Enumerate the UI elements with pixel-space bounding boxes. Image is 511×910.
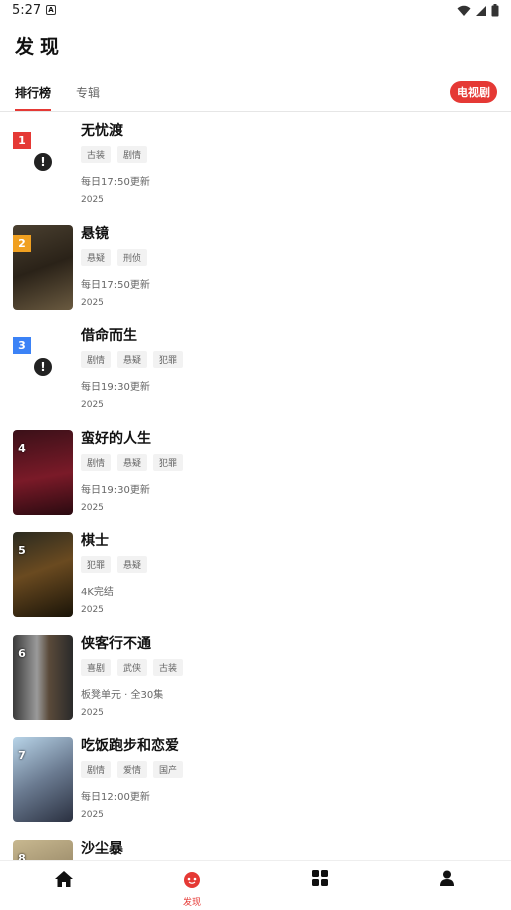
update-info: 每日19:30更新 [81,382,150,393]
home-icon [55,871,73,887]
poster-image[interactable]: 5 [13,532,73,617]
tab-album[interactable]: 专辑 [76,84,100,101]
genre-tag: 剧情 [81,761,112,778]
genre-tag: 悬疑 [81,248,112,266]
battery-icon [491,4,499,17]
item-title[interactable]: 蛮好的人生 [81,428,151,448]
category-pill[interactable]: 电视剧 [450,81,497,103]
nav-discover[interactable]: 发现 [162,871,222,908]
tag-list: 剧情 悬疑 犯罪 [81,351,184,368]
list-item[interactable]: 5 棋士犯罪 悬疑 4K完结 2025 [0,522,511,624]
rank-badge: 4 [18,441,26,455]
release-year: 2025 [81,502,104,513]
genre-tag: 犯罪 [81,556,112,573]
ranking-list: ! 1 无忧渡 古装 剧情 每日17:50更新 2025 2 悬镜 悬疑 刑侦 每日17:50更新 20… [0,112,511,860]
genre-tag: 剧情 [81,351,112,368]
poster-image[interactable]: ! 1 [13,122,73,207]
rank-badge: 1 [13,132,31,149]
status-bar: 5:27 A [0,0,511,22]
item-title[interactable]: 无忧渡 [81,120,123,140]
bottom-nav: 发现 [0,860,511,910]
genre-tag: 古装 [153,658,184,676]
signal-icon [476,5,486,16]
update-info: 板凳单元 · 全30集 [81,689,164,701]
genre-tag: 刑侦 [117,248,148,266]
genre-tag: 爱情 [117,761,148,778]
genre-tag: 剧情 [117,146,148,163]
grid-icon [312,870,328,886]
tag-list: 剧情 悬疑 犯罪 [81,453,184,471]
status-time: 5:27 [12,3,42,18]
nav-profile[interactable] [417,869,477,891]
item-title[interactable]: 棋士 [81,530,109,550]
poster-image[interactable]: 4 [13,429,73,515]
nav-discover-label: 发现 [182,898,201,908]
tag-list: 犯罪 悬疑 [81,556,148,573]
update-info: 每日19:30更新 [81,484,150,496]
item-title[interactable]: 借命而生 [81,325,137,345]
update-info: 4K完结 [81,587,114,598]
tab-ranking[interactable]: 排行榜 [15,84,52,111]
image-error-icon: ! [34,153,52,171]
item-title[interactable]: 吃饭跑步和恋爱 [81,735,179,755]
update-info: 每日12:00更新 [81,792,150,803]
item-title[interactable]: 沙尘暴 [81,838,123,858]
wifi-icon [457,5,471,16]
update-info: 每日17:50更新 [81,177,150,188]
list-item[interactable]: ! 1 无忧渡古装 剧情每日17:50更新 2025 [0,112,511,214]
poster-image[interactable]: 2 [13,224,73,310]
genre-tag: 犯罪 [153,351,184,368]
poster-image[interactable]: 8 [13,839,73,861]
list-item[interactable]: 7 吃饭跑步和恋爱 剧情 爱情 国产每日12:00更新 2025 [0,727,511,829]
tag-list: 古装 剧情 [81,146,148,163]
rank-badge: 6 [18,646,26,660]
genre-tag: 悬疑 [117,556,148,573]
item-title[interactable]: 侠客行不通 [81,633,151,653]
genre-tag: 古装 [81,146,112,163]
release-year: 2025 [81,605,104,615]
discover-icon [184,872,200,888]
release-year: 2025 [81,195,104,205]
image-error-icon: ! [34,358,52,376]
status-icons [457,4,499,17]
user-icon [440,870,454,886]
rank-badge: 8 [18,851,26,861]
tag-list: 喜剧 武侠 古装 [81,658,184,676]
nav-categories[interactable] [290,869,350,891]
release-year: 2025 [81,400,104,410]
list-item[interactable]: 2 悬镜悬疑 刑侦每日17:50更新 2025 [0,215,511,317]
update-info: 每日17:50更新 [81,279,150,291]
release-year: 2025 [81,810,104,820]
genre-tag: 喜剧 [81,658,112,676]
list-item[interactable]: 4 蛮好的人生剧情 悬疑 犯罪每日19:30更新 2025 [0,420,511,522]
tag-list: 剧情 爱情 国产 [81,761,184,778]
rank-badge: 5 [18,544,26,557]
notification-a-icon: A [46,5,56,15]
list-item[interactable]: 6 侠客行不通喜剧 武侠 古装板凳单元 · 全30集 2025 [0,625,511,727]
genre-tag: 悬疑 [117,351,148,368]
list-item[interactable]: 8 沙尘暴 [0,830,511,861]
poster-image[interactable]: 6 [13,634,73,720]
poster-image[interactable]: ! 3 [13,327,73,412]
page-title: 发现 [15,36,66,58]
genre-tag: 犯罪 [153,453,184,471]
poster-image[interactable]: 7 [13,737,73,822]
release-year: 2025 [81,297,104,308]
genre-tag: 国产 [153,761,184,778]
list-item[interactable]: ! 3 借命而生剧情 悬疑 犯罪每日19:30更新 2025 [0,317,511,419]
release-year: 2025 [81,707,104,718]
item-title[interactable]: 悬镜 [81,223,109,243]
rank-badge: 7 [18,749,26,762]
genre-tag: 剧情 [81,453,112,471]
genre-tag: 武侠 [117,658,148,676]
nav-home[interactable] [34,869,94,893]
tab-bar: 排行榜 专辑 电视剧 [0,74,511,112]
genre-tag: 悬疑 [117,453,148,471]
tag-list: 悬疑 刑侦 [81,248,148,266]
rank-badge: 2 [13,234,31,252]
rank-badge: 3 [13,337,31,354]
